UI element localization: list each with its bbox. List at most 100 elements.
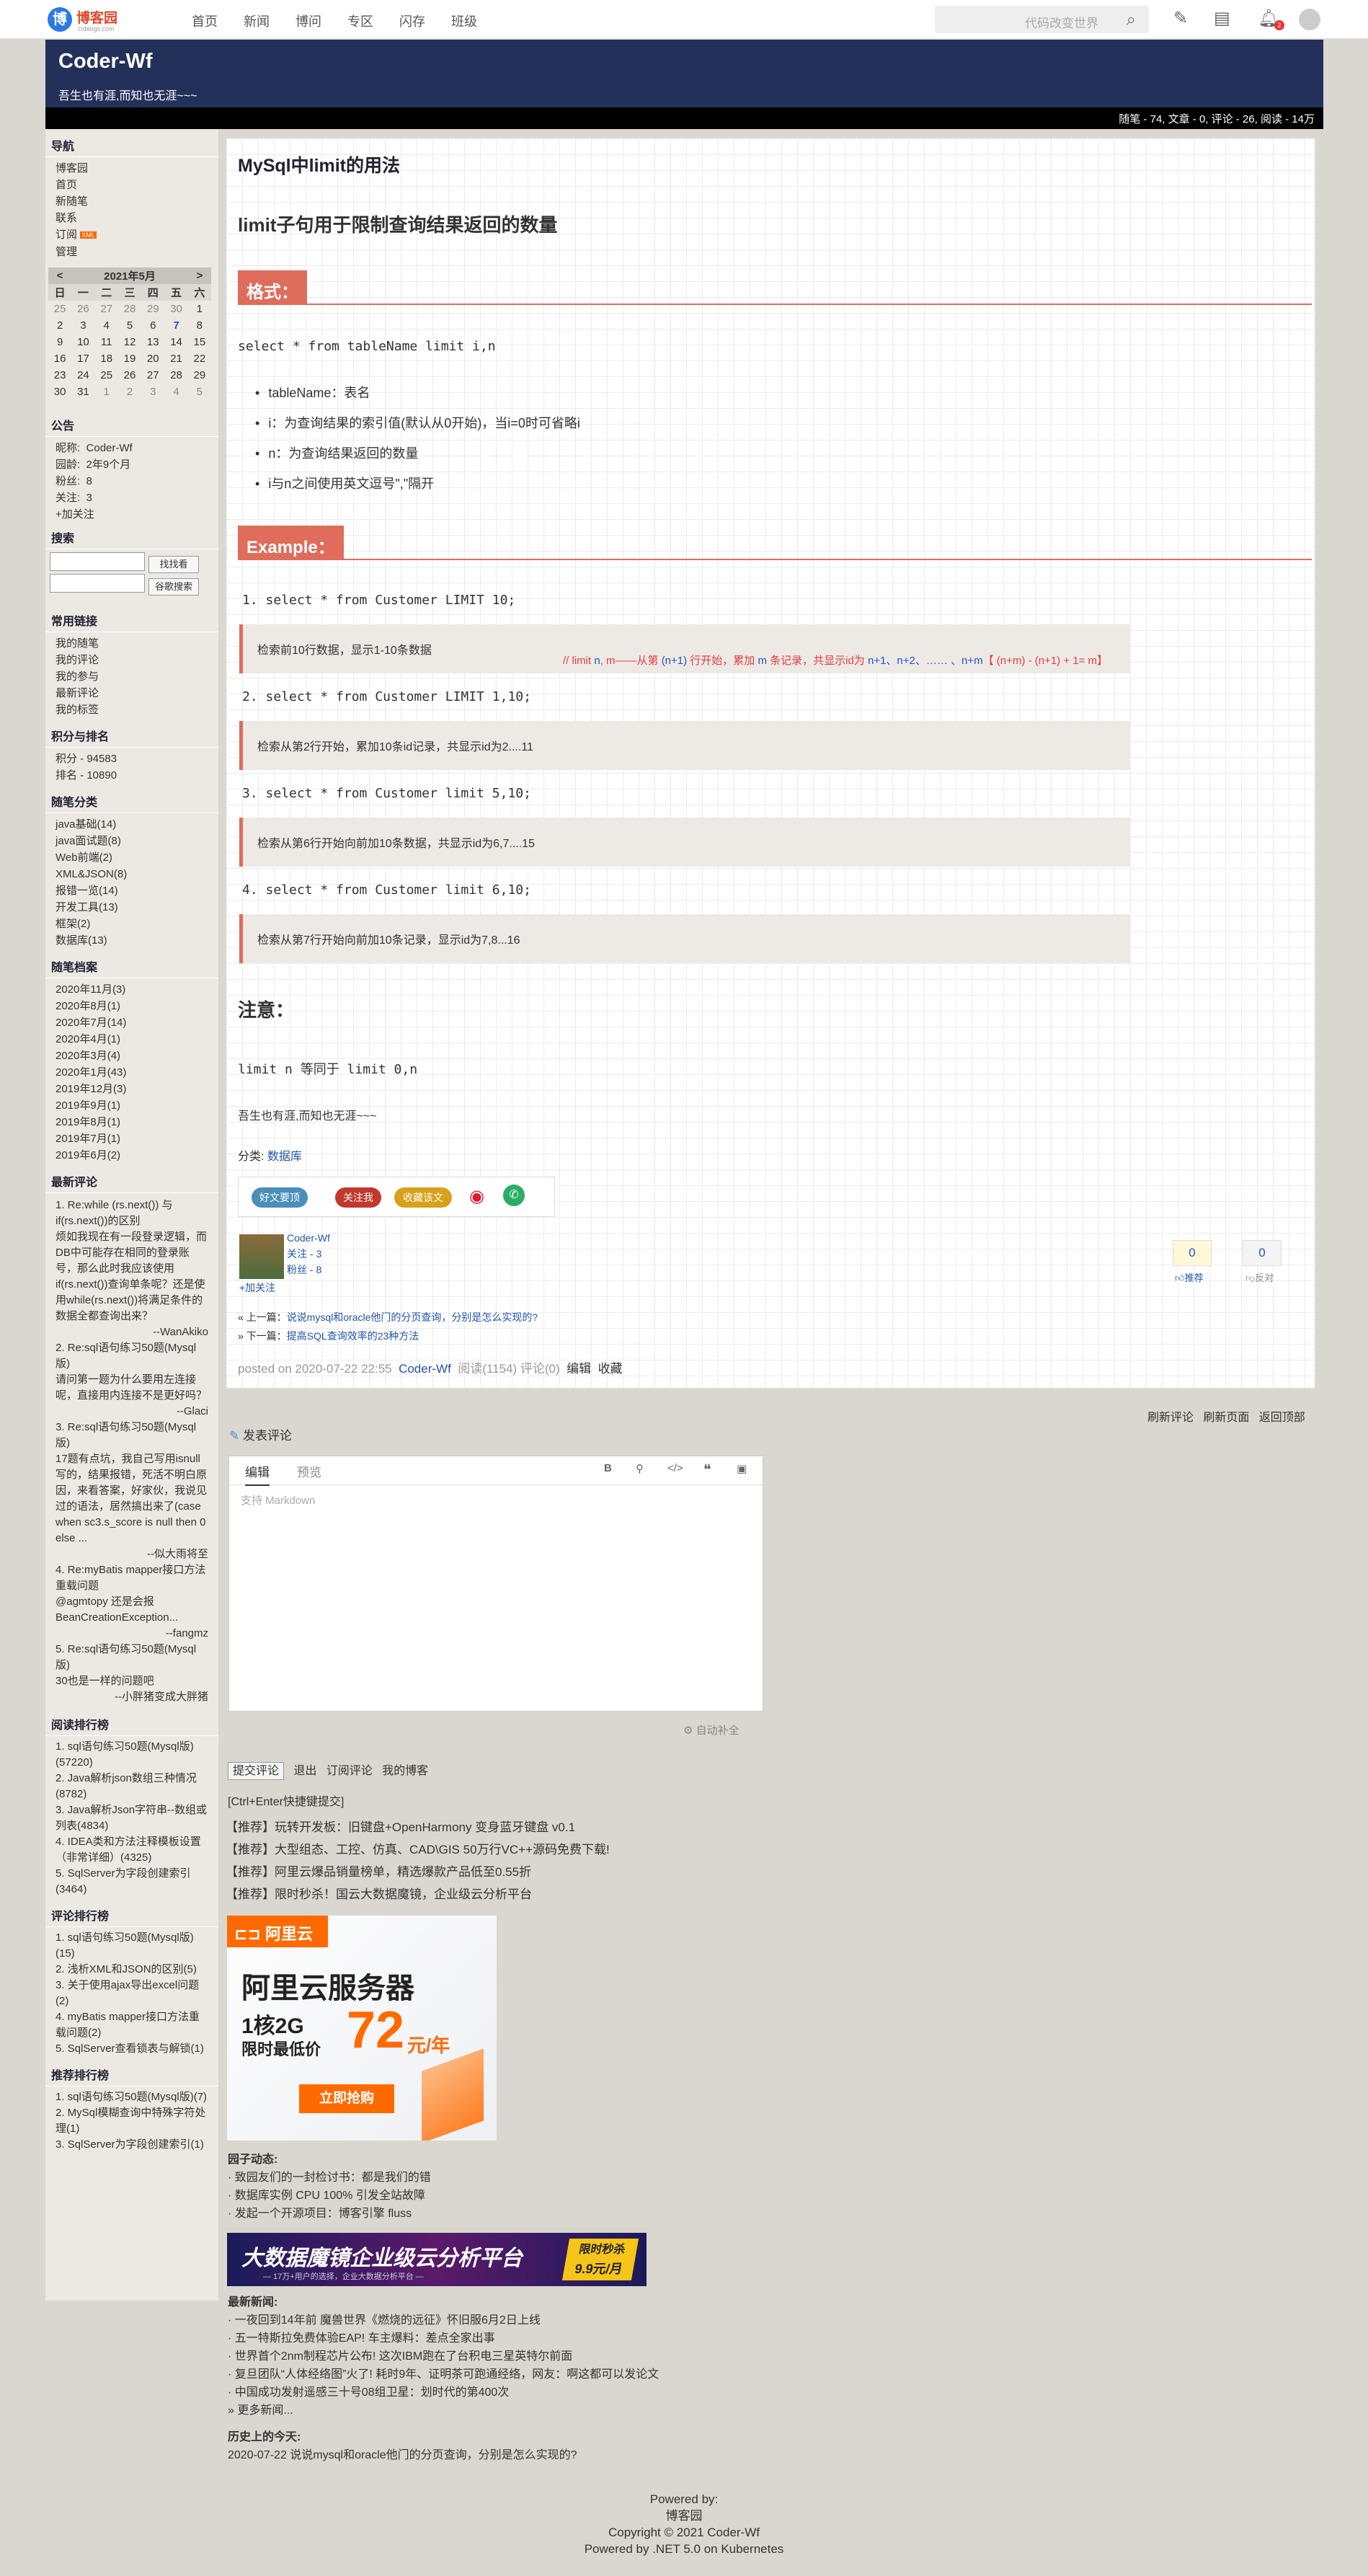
archive-item[interactable]: 2020年11月(3) [55,981,208,998]
sidebar-nav-contact[interactable]: 联系 [55,210,208,226]
promo-link[interactable]: 【推荐】阿里云爆品销量榜单，精选爆款产品低至0.55折 [226,1861,610,1883]
autocomplete-toggle[interactable]: ⚙ 自动补全 [683,1722,739,1738]
archive-item[interactable]: 2020年3月(4) [55,1048,208,1064]
favorite-article-button[interactable]: 收藏该文 [394,1187,452,1208]
rank-item[interactable]: 4. IDEA类和方法注释模板设置（非常详细）(4325) [45,1834,218,1866]
archive-item[interactable]: 2019年8月(1) [55,1114,208,1130]
news-item[interactable]: · 五一特斯拉免费体验EAP! 车主爆料：差点全家出事 [228,2329,659,2347]
rank-item[interactable]: 2. 浅析XML和JSON的区别(5) [45,1962,218,1978]
more-news-link[interactable]: » 更多新闻... [228,2402,659,2420]
refresh-page-link[interactable]: 刷新页面 [1203,1412,1249,1424]
author-follow-count[interactable]: 关注 - 3 [287,1246,330,1262]
author-follow-link[interactable]: +加关注 [239,1280,275,1295]
rank-item[interactable]: 3. 关于使用ajax导出excel问题(2) [45,1978,218,2009]
nav-zone[interactable]: 专区 [347,12,373,30]
wechat-icon[interactable]: ✆ [503,1185,525,1206]
garden-item[interactable]: · 发起一个开源项目：博客引擎 fluss [228,2205,431,2223]
tab-edit[interactable]: 编辑 [245,1462,270,1486]
rank-item[interactable]: 5. SqlServer为字段创建索引(3464) [45,1866,218,1898]
archive-item[interactable]: 2020年4月(1) [55,1031,208,1048]
promo-link[interactable]: 【推荐】玩转开发板：旧键盘+OpenHarmony 变身蓝牙键盘 v0.1 [226,1816,610,1838]
category-item[interactable]: 框架(2) [55,916,208,932]
rank-item[interactable]: 2. Java解析json数组三种情况(8782) [45,1771,218,1802]
category-item[interactable]: Web前端(2) [55,849,208,866]
archive-item[interactable]: 2020年8月(1) [55,998,208,1014]
rank-item[interactable]: 1. sql语句练习50题(Mysql版)(7) [45,2089,218,2105]
digg-label[interactable]: 👍︎推荐 [1175,1270,1204,1284]
footer-cnblogs[interactable]: 博客园 [0,2508,1368,2524]
search-input[interactable]: 代码改变世界 ⌕ [935,6,1149,33]
category-item[interactable]: 报错一览(14) [55,882,208,899]
comment-title[interactable]: 4. Re:myBatis mapper接口方法重载问题 [45,1562,218,1594]
nav-class[interactable]: 班级 [451,12,477,30]
category-link[interactable]: 数据库 [267,1151,302,1163]
rank-item[interactable]: 5. SqlServer查看锁表与解锁(1) [45,2041,218,2057]
back-to-top-link[interactable]: 返回顶部 [1259,1412,1305,1424]
link-icon[interactable]: ⚲ [636,1462,644,1475]
link-my-participation[interactable]: 我的参与 [55,668,208,685]
garden-item[interactable]: · 数据库实例 CPU 100% 引发全站故障 [228,2187,431,2205]
rank-item[interactable]: 2. MySql模糊查询中特殊字符处理(1) [45,2105,218,2137]
post-title[interactable]: MySql中limit的用法 [238,151,400,177]
calendar-prev[interactable]: < [48,267,71,284]
tab-preview[interactable]: 预览 [297,1462,321,1480]
favorite-link[interactable]: 收藏 [598,1362,623,1376]
garden-item[interactable]: · 致园友们的一封检讨书：都是我们的错 [228,2169,431,2187]
logout-link[interactable]: 退出 [293,1765,316,1777]
history-item[interactable]: 2020-07-22 说说mysql和oracle他门的分页查询，分别是怎么实现… [228,2446,659,2464]
sidebar-google-input[interactable] [50,573,145,593]
archive-item[interactable]: 2019年12月(3) [55,1081,208,1097]
author-name[interactable]: Coder-Wf [287,1230,330,1246]
archive-item[interactable]: 2020年7月(14) [55,1014,208,1031]
author-avatar[interactable] [239,1234,284,1279]
digg-count[interactable]: 0 [1173,1240,1212,1266]
refresh-comments-link[interactable]: 刷新评论 [1147,1412,1194,1424]
recommend-article-button[interactable]: 好文要顶 [252,1187,308,1208]
nav-flash[interactable]: 闪存 [399,12,425,30]
category-item[interactable]: 数据库(13) [55,932,208,949]
link-latest-comments[interactable]: 最新评论 [55,685,208,701]
author-fans-count[interactable]: 粉丝 - 8 [287,1262,330,1278]
link-my-comments[interactable]: 我的评论 [55,652,208,668]
sidebar-nav-home[interactable]: 首页 [55,177,208,193]
promo-link[interactable]: 【推荐】限时秒杀！国云大数据魔镜，企业级云分析平台 [226,1883,610,1906]
follow-me-button[interactable]: 关注我 [335,1187,381,1208]
code-icon[interactable]: </> [667,1462,683,1474]
sidebar-search-input[interactable] [50,552,145,571]
google-search-button[interactable]: 谷歌搜索 [148,577,199,596]
rank-item[interactable]: 4. myBatis mapper接口方法重载问题(2) [45,2009,218,2041]
archive-item[interactable]: 2019年7月(1) [55,1130,208,1147]
follow-link[interactable]: +加关注 [55,506,208,523]
image-icon[interactable]: ▣ [737,1462,747,1475]
edit-link[interactable]: 编辑 [567,1362,591,1376]
archive-item[interactable]: 2019年6月(2) [55,1147,208,1164]
bigdata-ad[interactable]: 大数据魔镜企业级云分析平台 — 17万+用户的选择，企业大数据分析平台 — 限时… [227,2233,647,2286]
sidebar-nav-newpost[interactable]: 新随笔 [55,193,208,210]
category-item[interactable]: java基础(14) [55,816,208,833]
category-item[interactable]: java面试题(8) [55,833,208,849]
sidebar-nav-admin[interactable]: 管理 [55,244,208,260]
blog-title[interactable]: Coder-Wf [58,50,152,74]
nav-questions[interactable]: 博问 [296,12,321,30]
cnblogs-logo[interactable]: 博 博客园 cnblogs.com [48,6,134,35]
search-button[interactable]: 找找看 [148,555,199,573]
comment-title[interactable]: 3. Re:sql语句练习50题(Mysql版) [45,1420,218,1451]
news-item[interactable]: · 复旦团队“人体经络图”火了! 耗时9年、证明茶可跑通经络，网友：啊这都可以发… [228,2365,659,2384]
category-item[interactable]: XML&JSON(8) [55,866,208,882]
comment-title[interactable]: 1. Re:while (rs.next()) 与if(rs.next())的区… [45,1198,218,1229]
next-post-link[interactable]: 提高SQL查询效率的23种方法 [287,1330,419,1342]
news-item[interactable]: · 一夜回到14年前 魔兽世界《燃烧的远征》怀旧服6月2日上线 [228,2311,659,2329]
ad-cta-button[interactable]: 立即抢购 [299,2084,394,2113]
post-author-link[interactable]: Coder-Wf [399,1362,451,1376]
nav-home[interactable]: 首页 [192,12,218,30]
my-blog-link[interactable]: 我的博客 [382,1765,428,1777]
bury-count[interactable]: 0 [1243,1240,1282,1266]
search-icon[interactable]: ⌕ [1127,10,1136,30]
bury-label[interactable]: 👎︎反对 [1245,1270,1274,1284]
nav-news[interactable]: 新闻 [244,12,270,30]
bold-icon[interactable]: B [604,1462,612,1474]
link-my-tags[interactable]: 我的标签 [55,701,208,718]
rank-item[interactable]: 1. sql语句练习50题(Mysql版)(15) [45,1930,218,1962]
edit-icon[interactable]: ✎ [1173,8,1188,29]
rank-item[interactable]: 3. SqlServer为字段创建索引(1) [45,2137,218,2153]
